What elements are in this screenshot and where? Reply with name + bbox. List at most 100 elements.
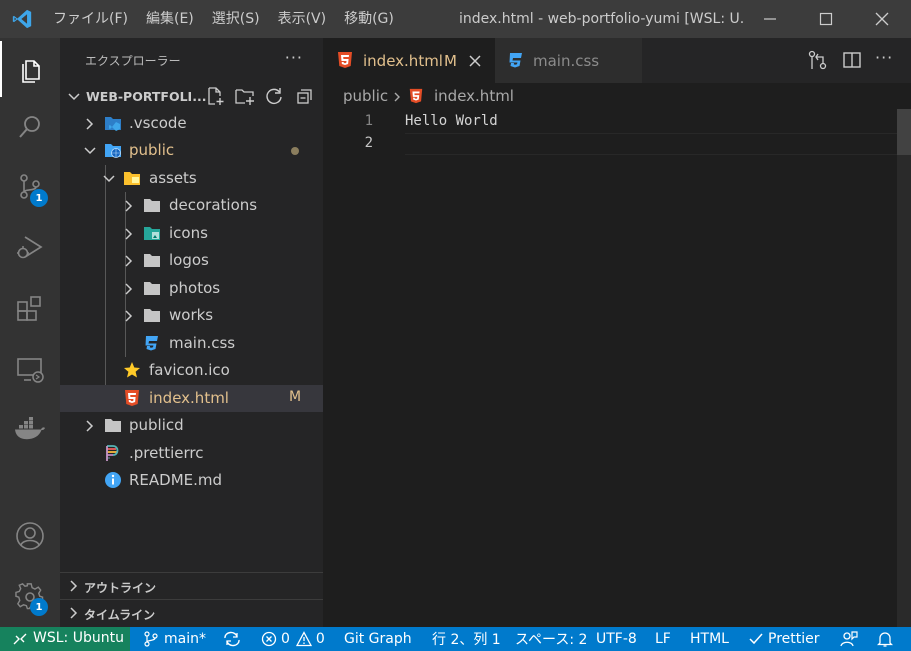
- tree-item-index-html[interactable]: index.html M: [60, 385, 323, 412]
- tree-item-photos[interactable]: photos: [60, 275, 323, 302]
- menu-file[interactable]: ファイル(F): [44, 0, 137, 38]
- icons-folder-icon: [144, 227, 160, 240]
- folder-icon: [144, 282, 160, 295]
- files-icon: [22, 60, 40, 83]
- tree-item-publicd[interactable]: publicd: [60, 412, 323, 439]
- feedback-button[interactable]: [840, 627, 858, 651]
- branch-indicator[interactable]: main*: [143, 627, 206, 651]
- split-editor-icon[interactable]: [842, 50, 862, 70]
- more-actions-icon[interactable]: ···: [875, 48, 893, 67]
- source-control-activity[interactable]: 1: [0, 158, 60, 214]
- search-activity[interactable]: [0, 99, 60, 155]
- problems-indicator[interactable]: 0 0: [261, 627, 325, 651]
- tree-item-icons[interactable]: icons: [60, 220, 323, 247]
- tree-item-favicon[interactable]: favicon.ico: [60, 357, 323, 384]
- chevron-right-icon: [70, 607, 78, 619]
- close-icon[interactable]: [468, 54, 482, 68]
- remote-explorer-activity[interactable]: [0, 342, 60, 398]
- tree-item-logos[interactable]: logos: [60, 247, 323, 274]
- scm-badge: 1: [30, 189, 48, 207]
- status-bar: WSL: Ubuntu main* 0 0 Git Graph 行 2、列 1 …: [0, 627, 911, 651]
- modified-dot-icon: [291, 147, 299, 155]
- run-debug-icon: [17, 236, 43, 259]
- tab-index-html[interactable]: index.html M: [323, 38, 495, 83]
- window-title: index.html - web-portfolio-yumi [WSL: U.…: [459, 11, 744, 27]
- chevron-right-icon: [70, 580, 78, 592]
- notifications-button[interactable]: [877, 627, 893, 651]
- minimize-button[interactable]: [741, 0, 799, 38]
- tree-item-prettierrc[interactable]: .prettierrc: [60, 440, 323, 467]
- tree-item-decorations[interactable]: decorations: [60, 192, 323, 219]
- outline-section-header[interactable]: アウトライン: [60, 572, 323, 599]
- menu-selection[interactable]: 選択(S): [203, 0, 269, 38]
- tree-item-assets[interactable]: assets: [60, 165, 323, 192]
- chevron-right-icon: [86, 420, 94, 432]
- tab-modified-mark: M: [444, 52, 457, 70]
- open-changes-icon[interactable]: [807, 49, 829, 71]
- indentation-indicator[interactable]: スペース: 2: [515, 627, 587, 651]
- accounts-activity[interactable]: [0, 508, 60, 564]
- git-graph-button[interactable]: Git Graph: [344, 627, 412, 651]
- tree-item-public[interactable]: public: [60, 137, 323, 164]
- prettier-indicator[interactable]: Prettier: [748, 627, 820, 651]
- timeline-section-header[interactable]: タイムライン: [60, 599, 323, 626]
- chevron-right-icon: [125, 255, 133, 267]
- menu-go[interactable]: 移動(G): [335, 0, 403, 38]
- language-mode[interactable]: HTML: [690, 627, 729, 651]
- chevron-down-icon: [103, 175, 115, 183]
- eol-indicator[interactable]: LF: [655, 627, 671, 651]
- css-file-icon: [509, 53, 522, 68]
- explorer-activity[interactable]: [0, 41, 60, 97]
- refresh-icon[interactable]: [264, 86, 284, 106]
- folder-icon: [144, 309, 160, 322]
- breadcrumb-file[interactable]: index.html: [434, 87, 514, 105]
- remote-indicator[interactable]: WSL: Ubuntu: [0, 627, 130, 651]
- tree-item-readme[interactable]: README.md: [60, 467, 323, 494]
- menu-view[interactable]: 表示(V): [269, 0, 336, 38]
- tree-item-main-css[interactable]: main.css: [60, 330, 323, 357]
- maximize-button[interactable]: [797, 0, 855, 38]
- extensions-activity[interactable]: [0, 281, 60, 337]
- tab-main-css[interactable]: main.css: [495, 38, 642, 83]
- tree-item-label: publicd: [129, 416, 184, 434]
- current-line-highlight: [405, 133, 911, 155]
- run-debug-activity[interactable]: [0, 219, 60, 275]
- workspace-section-header[interactable]: WEB-PORTFOLI...: [60, 83, 323, 110]
- encoding-indicator[interactable]: UTF-8: [596, 627, 637, 651]
- bell-icon: [877, 632, 893, 647]
- new-folder-icon[interactable]: [234, 86, 256, 106]
- line-number: 2: [364, 135, 373, 151]
- code-editor[interactable]: 1 Hello World 2: [323, 109, 911, 627]
- extensions-icon: [17, 296, 41, 321]
- more-actions-icon[interactable]: ···: [285, 48, 303, 67]
- breadcrumb-folder[interactable]: public: [343, 87, 388, 105]
- menu-edit[interactable]: 編集(E): [137, 0, 203, 38]
- new-file-icon[interactable]: [205, 86, 225, 106]
- prettier-file-icon: [106, 445, 119, 461]
- manage-activity[interactable]: 1: [0, 569, 60, 625]
- vertical-scrollbar[interactable]: [897, 109, 911, 627]
- chevron-right-icon: [394, 92, 400, 102]
- html-file-icon: [338, 52, 352, 68]
- error-icon: [261, 631, 277, 647]
- cursor-position[interactable]: 行 2、列 1: [432, 627, 501, 651]
- feedback-icon: [840, 631, 858, 647]
- collapse-all-icon[interactable]: [295, 86, 315, 106]
- tree-item-works[interactable]: works: [60, 302, 323, 329]
- folder-icon: [144, 254, 160, 267]
- docker-activity[interactable]: [0, 401, 60, 457]
- git-branch-icon: [144, 631, 158, 647]
- account-icon: [16, 522, 44, 550]
- editor-tab-bar: index.html M main.css ···: [323, 38, 911, 83]
- close-window-button[interactable]: [853, 0, 911, 38]
- scrollbar-thumb[interactable]: [897, 109, 911, 155]
- docker-icon: [15, 417, 45, 440]
- maximize-icon: [819, 12, 833, 26]
- tree-item-vscode[interactable]: .vscode: [60, 110, 323, 137]
- vscode-folder-icon: [105, 117, 121, 131]
- warning-count: 0: [315, 631, 325, 647]
- tree-item-label: decorations: [169, 196, 258, 214]
- sync-button[interactable]: [222, 627, 242, 651]
- remote-label: WSL: Ubuntu: [33, 630, 124, 646]
- css-file-icon: [145, 336, 158, 351]
